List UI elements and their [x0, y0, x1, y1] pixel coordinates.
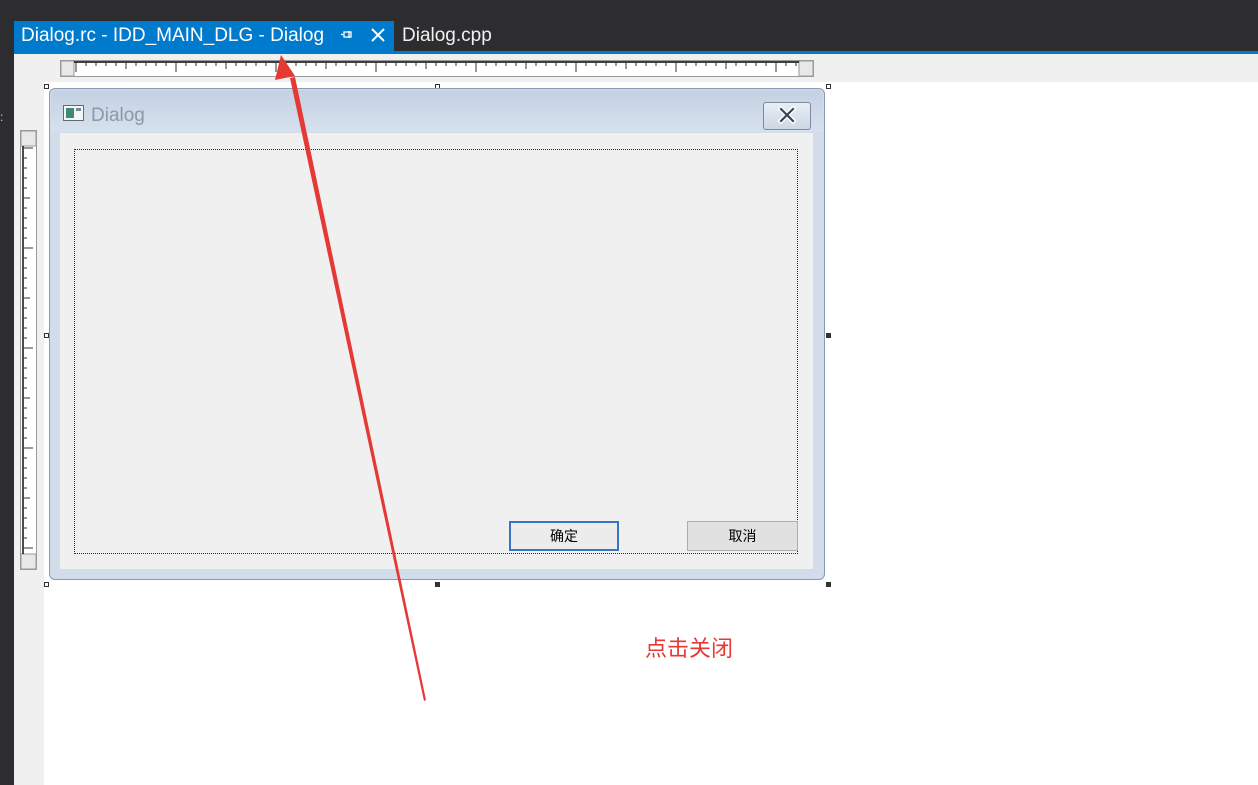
annotation-text: 点击关闭: [645, 636, 734, 661]
annotation-arrow: [275, 55, 426, 701]
